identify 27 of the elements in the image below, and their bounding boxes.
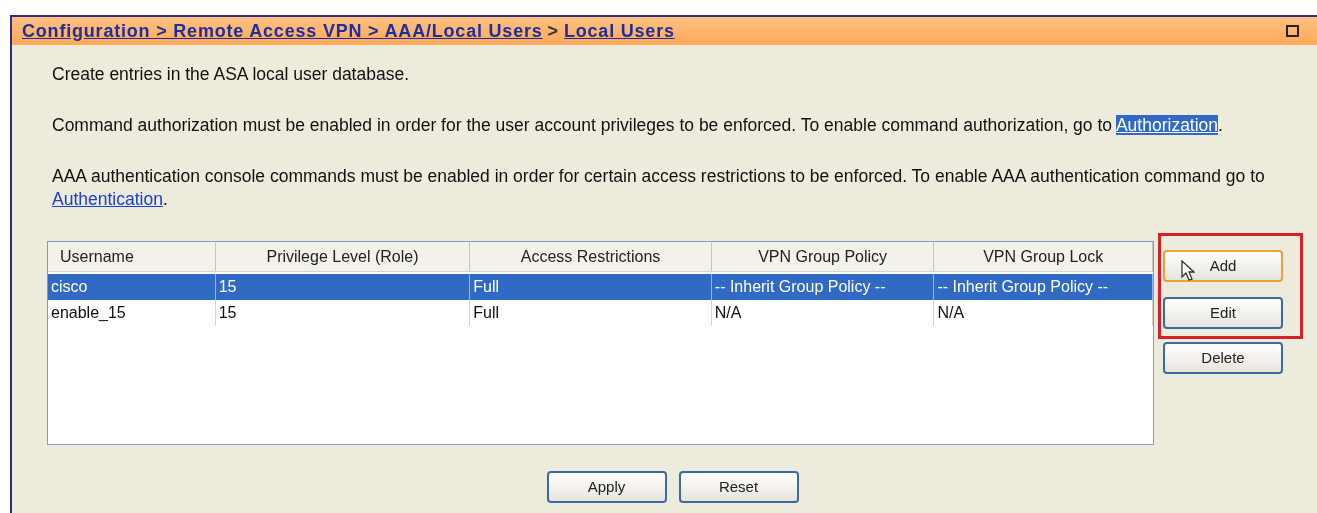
table-cell: N/A — [934, 300, 1153, 326]
cursor-icon — [1181, 260, 1195, 282]
column-header[interactable]: Username — [48, 242, 216, 271]
table-cell: 15 — [215, 300, 471, 326]
breadcrumb-link[interactable]: Configuration > Remote Access VPN > AAA/Local Users — [22, 17, 543, 45]
table-cell: Full — [470, 300, 712, 326]
column-header[interactable]: Access Restrictions — [470, 242, 712, 271]
table-cell: N/A — [711, 300, 935, 326]
breadcrumb-link[interactable]: Local Users — [563, 17, 675, 45]
link[interactable]: Authentication — [52, 189, 163, 209]
column-header[interactable]: VPN Group Policy — [711, 242, 935, 271]
button[interactable]: Apply — [546, 471, 667, 503]
button[interactable]: Add — [1163, 250, 1283, 282]
breadcrumb-separator: > — [547, 19, 559, 43]
info-text: Command authorization must be enabled in order for the user account privileges to be enforced. To enable command authorization, go to Authorization. — [52, 114, 1224, 137]
info-text: AAA authentication console commands must be enabled in order for certain access restrictions to be enforced. To enable AAA authentication command go to Authentication. — [52, 165, 1266, 211]
column-header[interactable]: Privilege Level (Role) — [215, 242, 471, 271]
table-row[interactable]: cisco 15 Full -- Inherit Group Policy -- -- Inherit Group Policy -- — [48, 274, 1153, 300]
column-header[interactable]: VPN Group Lock — [934, 242, 1153, 271]
button[interactable]: Reset — [678, 471, 799, 503]
button[interactable]: Delete — [1163, 342, 1283, 374]
table-row[interactable]: enable_15 15 Full N/A N/A — [48, 300, 1153, 326]
table-cell: enable_15 — [48, 300, 216, 326]
button[interactable]: Edit — [1163, 297, 1283, 329]
link[interactable]: Authorization — [1115, 115, 1219, 135]
maximize-icon[interactable] — [1286, 25, 1299, 37]
info-text: Create entries in the ASA local user database. — [52, 63, 411, 86]
